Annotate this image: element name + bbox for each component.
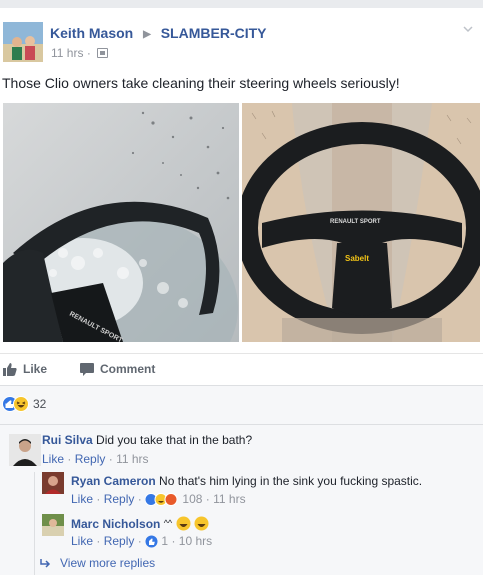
reply-text: ^^ bbox=[163, 518, 173, 528]
feed-background-strip bbox=[0, 0, 483, 8]
like-button[interactable]: Like bbox=[3, 362, 47, 376]
like-icon[interactable] bbox=[145, 535, 158, 551]
commenter-avatar-rui[interactable] bbox=[9, 434, 41, 466]
like-label: Like bbox=[23, 362, 48, 376]
haha-icon bbox=[13, 395, 29, 412]
post-timestamp[interactable]: 11 hrs bbox=[51, 46, 83, 60]
view-more-replies-link[interactable]: View more replies bbox=[40, 556, 155, 570]
reply-reply-link[interactable]: Reply bbox=[104, 492, 135, 506]
comment-timestamp[interactable]: 11 hrs bbox=[116, 452, 148, 466]
angry-icon bbox=[164, 493, 178, 506]
wheel-brand-text: Sabelt bbox=[345, 254, 369, 263]
comment-label: Comment bbox=[100, 362, 156, 376]
reply-like-link[interactable]: Like bbox=[71, 534, 93, 548]
post-text: Those Clio owners take cleaning their st… bbox=[2, 75, 400, 91]
comment-actions: Like · Reply · 11 hrs bbox=[42, 452, 149, 466]
divider bbox=[0, 424, 483, 425]
dot-separator: · bbox=[86, 46, 95, 60]
laughing-emoji-icon bbox=[176, 516, 210, 534]
dot-separator: · bbox=[108, 452, 117, 466]
commenter-name-link[interactable]: Ryan Cameron bbox=[71, 474, 156, 488]
audience-group-icon[interactable] bbox=[97, 48, 109, 58]
dot-separator: · bbox=[171, 534, 179, 548]
post-options-chevron-icon[interactable] bbox=[463, 24, 473, 34]
reply-body: Marc Nicholson ^^ bbox=[71, 516, 210, 534]
dot-separator: · bbox=[137, 534, 146, 548]
reply-arrow-icon bbox=[40, 559, 51, 568]
reply-reply-link[interactable]: Reply bbox=[104, 534, 135, 548]
dot-separator: · bbox=[67, 452, 75, 466]
share-arrow-icon: ▶ bbox=[143, 29, 151, 40]
reply-reactions-icons[interactable] bbox=[144, 493, 179, 509]
reaction-count: 32 bbox=[33, 396, 47, 411]
reply-like-link[interactable]: Like bbox=[71, 492, 93, 506]
dot-separator: · bbox=[137, 492, 146, 506]
reply-thread-line bbox=[34, 472, 35, 575]
wheel-badge-text-right: RENAULT SPORT bbox=[330, 219, 381, 225]
dot-separator: · bbox=[96, 492, 104, 506]
reply-actions: Like · Reply · 108 · 11 hrs bbox=[71, 492, 246, 509]
post-card: Keith Mason ▶ SLAMBER-CITY 11 hrs · Thos… bbox=[0, 0, 483, 575]
comment-button[interactable]: Comment bbox=[80, 362, 155, 376]
commenter-avatar-marc[interactable] bbox=[42, 514, 64, 536]
reply-actions: Like · Reply · 1 · 10 hrs bbox=[71, 534, 212, 551]
thumbs-up-icon bbox=[3, 363, 17, 376]
author-name-link[interactable]: Keith Mason bbox=[50, 25, 133, 41]
reply-timestamp[interactable]: 10 hrs bbox=[179, 534, 212, 548]
author-avatar[interactable] bbox=[3, 22, 43, 62]
reactions-summary[interactable]: 32 bbox=[2, 395, 46, 413]
post-photo-sink[interactable]: RENAULT SPORT bbox=[3, 103, 239, 342]
comment-reply-link[interactable]: Reply bbox=[75, 452, 106, 466]
divider bbox=[0, 353, 483, 354]
comment-body: Rui Silva Did you take that in the bath? bbox=[42, 433, 252, 447]
reply-timestamp[interactable]: 11 hrs bbox=[213, 492, 245, 506]
post-meta: 11 hrs · bbox=[51, 46, 109, 60]
post-photo-bath[interactable]: RENAULT SPORT Sabelt bbox=[242, 103, 480, 342]
divider bbox=[0, 385, 483, 386]
group-name-link[interactable]: SLAMBER-CITY bbox=[161, 25, 267, 41]
reply-body: Ryan Cameron No that's him lying in the … bbox=[71, 474, 422, 488]
comment-text: Did you take that in the bath? bbox=[96, 433, 253, 447]
view-more-replies-label: View more replies bbox=[60, 556, 156, 570]
commenter-name-link[interactable]: Rui Silva bbox=[42, 433, 93, 447]
post-header-title: Keith Mason ▶ SLAMBER-CITY bbox=[50, 25, 267, 41]
reply-reaction-count: 108 bbox=[182, 492, 203, 506]
reply-text: No that's him lying in the sink you fuck… bbox=[159, 474, 423, 488]
commenter-avatar-ryan[interactable] bbox=[42, 472, 64, 494]
comment-icon bbox=[80, 363, 94, 376]
comment-like-link[interactable]: Like bbox=[42, 452, 64, 466]
commenter-name-link[interactable]: Marc Nicholson bbox=[71, 517, 160, 531]
dot-separator: · bbox=[96, 534, 104, 548]
reply-reaction-count: 1 bbox=[161, 534, 169, 548]
